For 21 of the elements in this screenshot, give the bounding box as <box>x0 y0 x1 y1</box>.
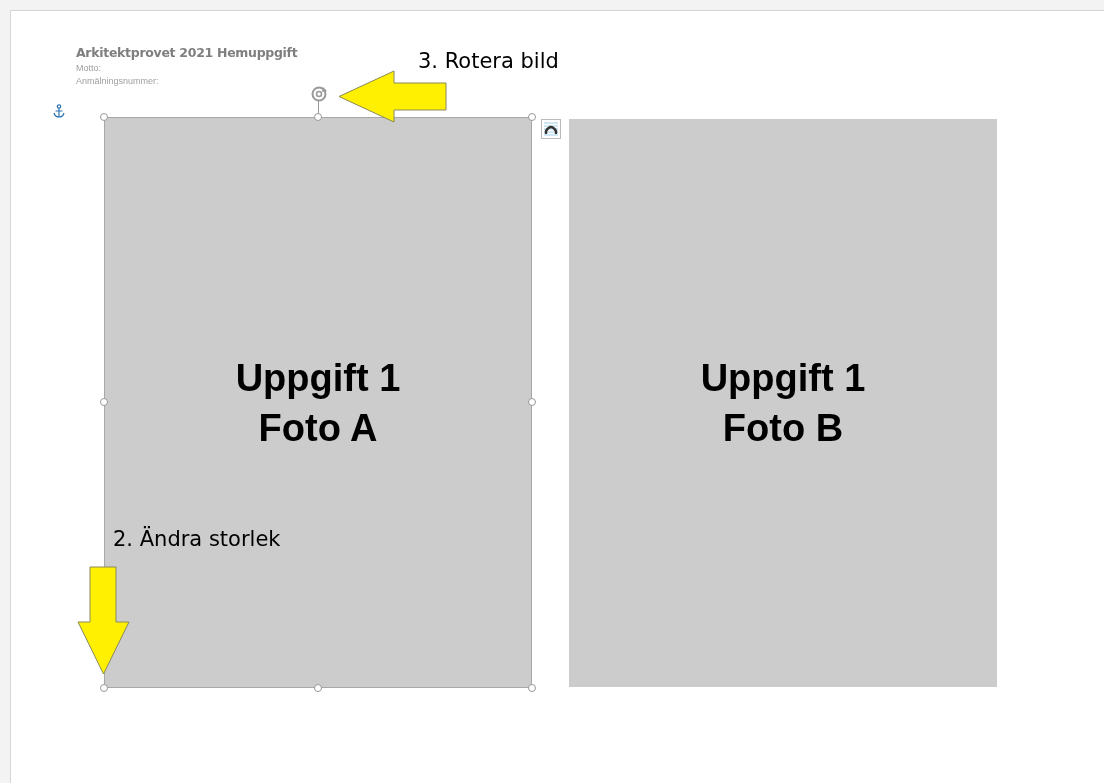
resize-handle[interactable] <box>528 113 536 121</box>
resize-handle[interactable] <box>314 684 322 692</box>
resize-handle[interactable] <box>100 684 108 692</box>
resize-handle[interactable] <box>528 684 536 692</box>
layout-options-icon[interactable] <box>541 119 561 139</box>
resize-handle[interactable] <box>314 113 322 121</box>
placeholder-caption: Uppgift 1 <box>700 356 866 401</box>
resize-handle[interactable] <box>528 398 536 406</box>
image-placeholder[interactable]: Uppgift 1 Foto B <box>569 119 997 687</box>
resize-handle[interactable] <box>100 113 108 121</box>
placeholder-caption: Foto B <box>722 406 844 451</box>
resize-handle[interactable] <box>100 398 108 406</box>
document-title: Arkitektprovet 2021 Hemuppgift <box>76 44 298 62</box>
rotate-handle-icon[interactable] <box>310 85 328 103</box>
field-label: Anmälningsnummer: <box>76 75 160 88</box>
placeholder-caption: Foto A <box>258 405 378 451</box>
annotation-label: 3. Rotera bild <box>418 48 559 74</box>
anchor-icon <box>53 104 65 118</box>
annotation-label: 2. Ändra storlek <box>113 526 281 552</box>
field-label: Motto: <box>76 62 102 75</box>
placeholder-caption: Uppgift 1 <box>235 355 401 401</box>
